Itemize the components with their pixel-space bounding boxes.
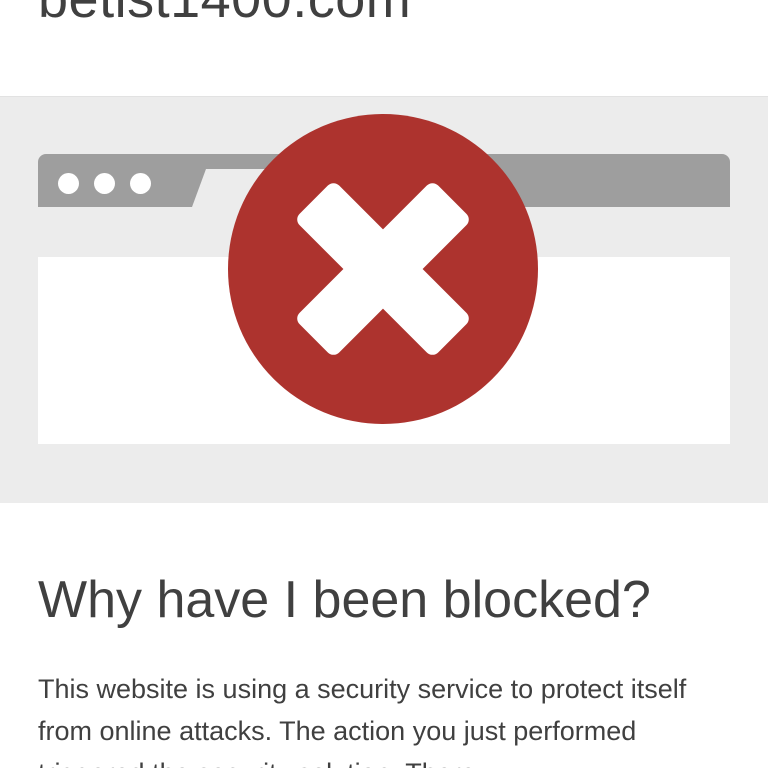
blocked-page: betist1400.com Why have I been blocked? … xyxy=(0,0,768,768)
window-dot-icon xyxy=(58,173,79,194)
window-dot-icon xyxy=(130,173,151,194)
window-dot-icon xyxy=(94,173,115,194)
site-domain-title: betist1400.com xyxy=(38,0,411,29)
page-title: Why have I been blocked? xyxy=(38,571,651,629)
explanation-text: This website is using a security service… xyxy=(38,674,687,768)
block-x-icon xyxy=(228,114,538,424)
